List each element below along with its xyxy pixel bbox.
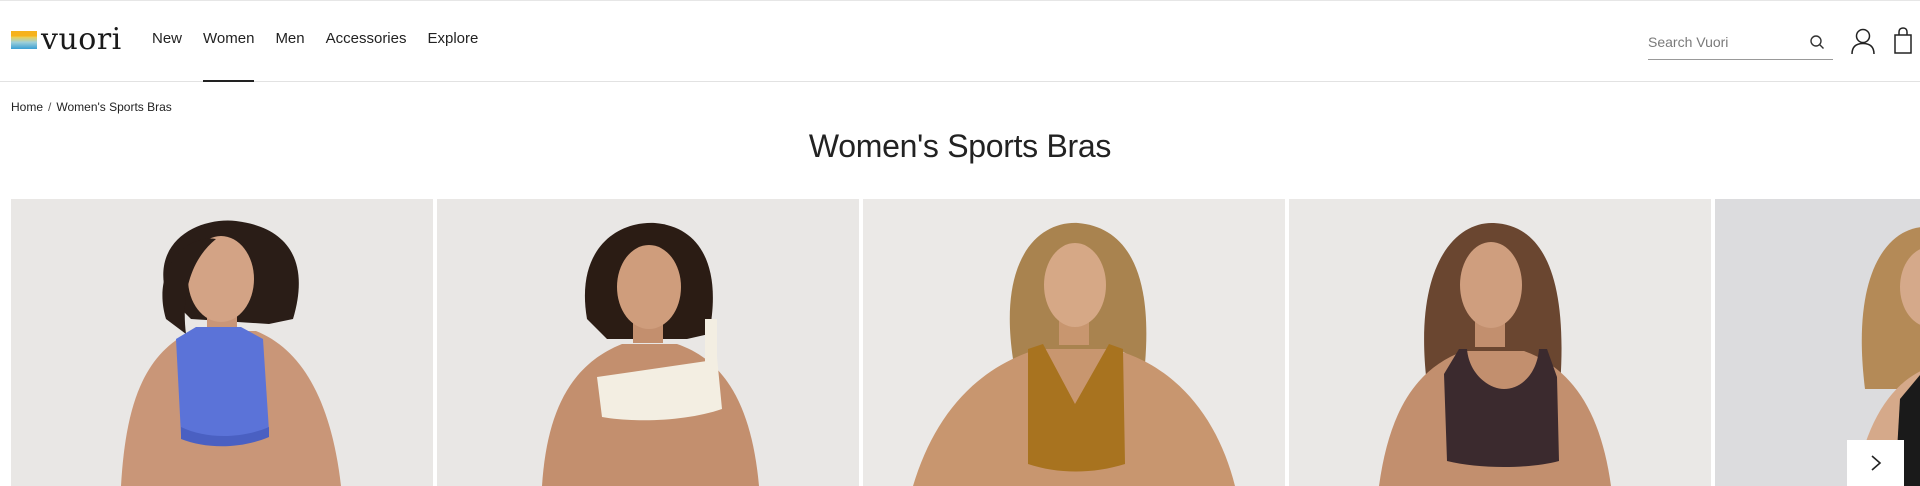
product-card[interactable] [863,199,1285,486]
nav-explore[interactable]: Explore [427,1,478,82]
logo-mark-icon [11,31,37,49]
site-header: vuori New Women Men Accessories Explore [0,1,1920,82]
carousel-next-button[interactable] [1847,440,1904,486]
nav-men[interactable]: Men [275,1,304,82]
breadcrumb-home-link[interactable]: Home [11,100,43,114]
nav-women[interactable]: Women [203,1,255,82]
search-icon[interactable] [1809,34,1825,50]
search-input[interactable] [1648,25,1798,59]
product-card[interactable] [1289,199,1711,486]
page-title: Women's Sports Bras [808,128,1112,164]
chevron-right-icon [1870,455,1881,471]
product-card[interactable] [11,199,433,486]
breadcrumb: Home / Women's Sports Bras [11,100,172,114]
product-card[interactable] [437,199,859,486]
logo-wordmark: vuori [41,22,122,57]
product-image[interactable] [437,199,859,486]
breadcrumb-separator: / [48,100,52,114]
nav-new[interactable]: New [152,1,182,82]
search-box [1648,25,1833,60]
shopping-bag-icon[interactable] [1893,27,1913,55]
main-nav: New Women Men Accessories Explore [152,1,499,82]
account-icon[interactable] [1850,27,1876,55]
product-image[interactable] [11,199,433,486]
vuori-logo[interactable]: vuori [11,25,122,55]
product-image[interactable] [1289,199,1711,486]
breadcrumb-current: Women's Sports Bras [56,100,172,114]
product-image[interactable] [863,199,1285,486]
nav-accessories[interactable]: Accessories [326,1,407,82]
product-carousel [11,199,1920,486]
